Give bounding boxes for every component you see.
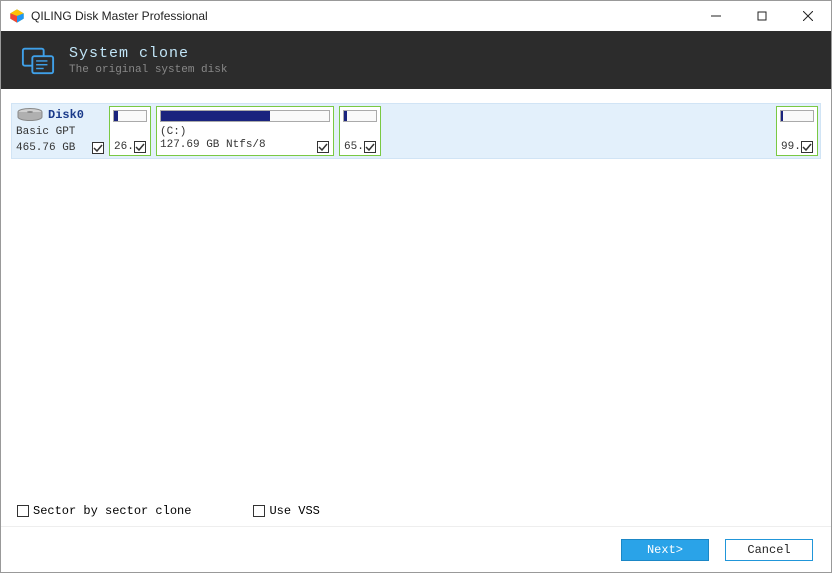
window-title: QILING Disk Master Professional	[31, 9, 693, 23]
page-title: System clone	[69, 45, 227, 62]
partition-1-fill	[114, 111, 118, 121]
use-vss-label: Use VSS	[269, 504, 319, 518]
sector-clone-option[interactable]: Sector by sector clone	[17, 504, 191, 518]
app-logo-icon	[9, 8, 25, 24]
partition-2-details: 127.69 GB Ntfs/8	[160, 139, 330, 152]
minimize-button[interactable]	[693, 1, 739, 31]
titlebar: QILING Disk Master Professional	[1, 1, 831, 31]
cancel-button[interactable]: Cancel	[725, 539, 813, 561]
partition-4-size: 99.	[781, 141, 801, 153]
close-button[interactable]	[785, 1, 831, 31]
disk-row[interactable]: Disk0 Basic GPT 465.76 GB 26. (C:) 127.6…	[11, 103, 821, 159]
sector-clone-label: Sector by sector clone	[33, 504, 191, 518]
page-header: System clone The original system disk	[1, 31, 831, 89]
partition-3-size: 65.	[344, 141, 364, 153]
use-vss-checkbox[interactable]	[253, 505, 265, 517]
footer: Next> Cancel	[1, 526, 831, 572]
partition-spacer	[386, 106, 771, 156]
partition-3-fill	[344, 111, 347, 121]
partition-1[interactable]: 26.	[109, 106, 151, 156]
partition-2-label: (C:)	[160, 126, 330, 139]
disk-info: Disk0 Basic GPT 465.76 GB	[14, 106, 104, 156]
next-button[interactable]: Next>	[621, 539, 709, 561]
partition-4-checkbox[interactable]	[801, 141, 813, 153]
disk-name: Disk0	[48, 108, 84, 122]
partition-4[interactable]: 99.	[776, 106, 818, 156]
page-subtitle: The original system disk	[69, 64, 227, 76]
partition-3-checkbox[interactable]	[364, 141, 376, 153]
disk-checkbox[interactable]	[92, 142, 104, 154]
disk-size: 465.76 GB	[16, 142, 104, 155]
sector-clone-checkbox[interactable]	[17, 505, 29, 517]
partition-2-checkbox[interactable]	[317, 141, 329, 153]
disk-icon	[16, 108, 44, 122]
partition-3[interactable]: 65.	[339, 106, 381, 156]
maximize-button[interactable]	[739, 1, 785, 31]
content-area: Disk0 Basic GPT 465.76 GB 26. (C:) 127.6…	[1, 89, 831, 496]
options-row: Sector by sector clone Use VSS	[1, 496, 831, 526]
partition-1-checkbox[interactable]	[134, 141, 146, 153]
disk-type: Basic GPT	[16, 126, 104, 139]
partition-1-size: 26.	[114, 141, 134, 153]
partition-4-fill	[781, 111, 783, 121]
partition-2[interactable]: (C:) 127.69 GB Ntfs/8	[156, 106, 334, 156]
use-vss-option[interactable]: Use VSS	[253, 504, 319, 518]
system-clone-icon	[21, 43, 55, 77]
partition-2-fill	[161, 111, 270, 121]
